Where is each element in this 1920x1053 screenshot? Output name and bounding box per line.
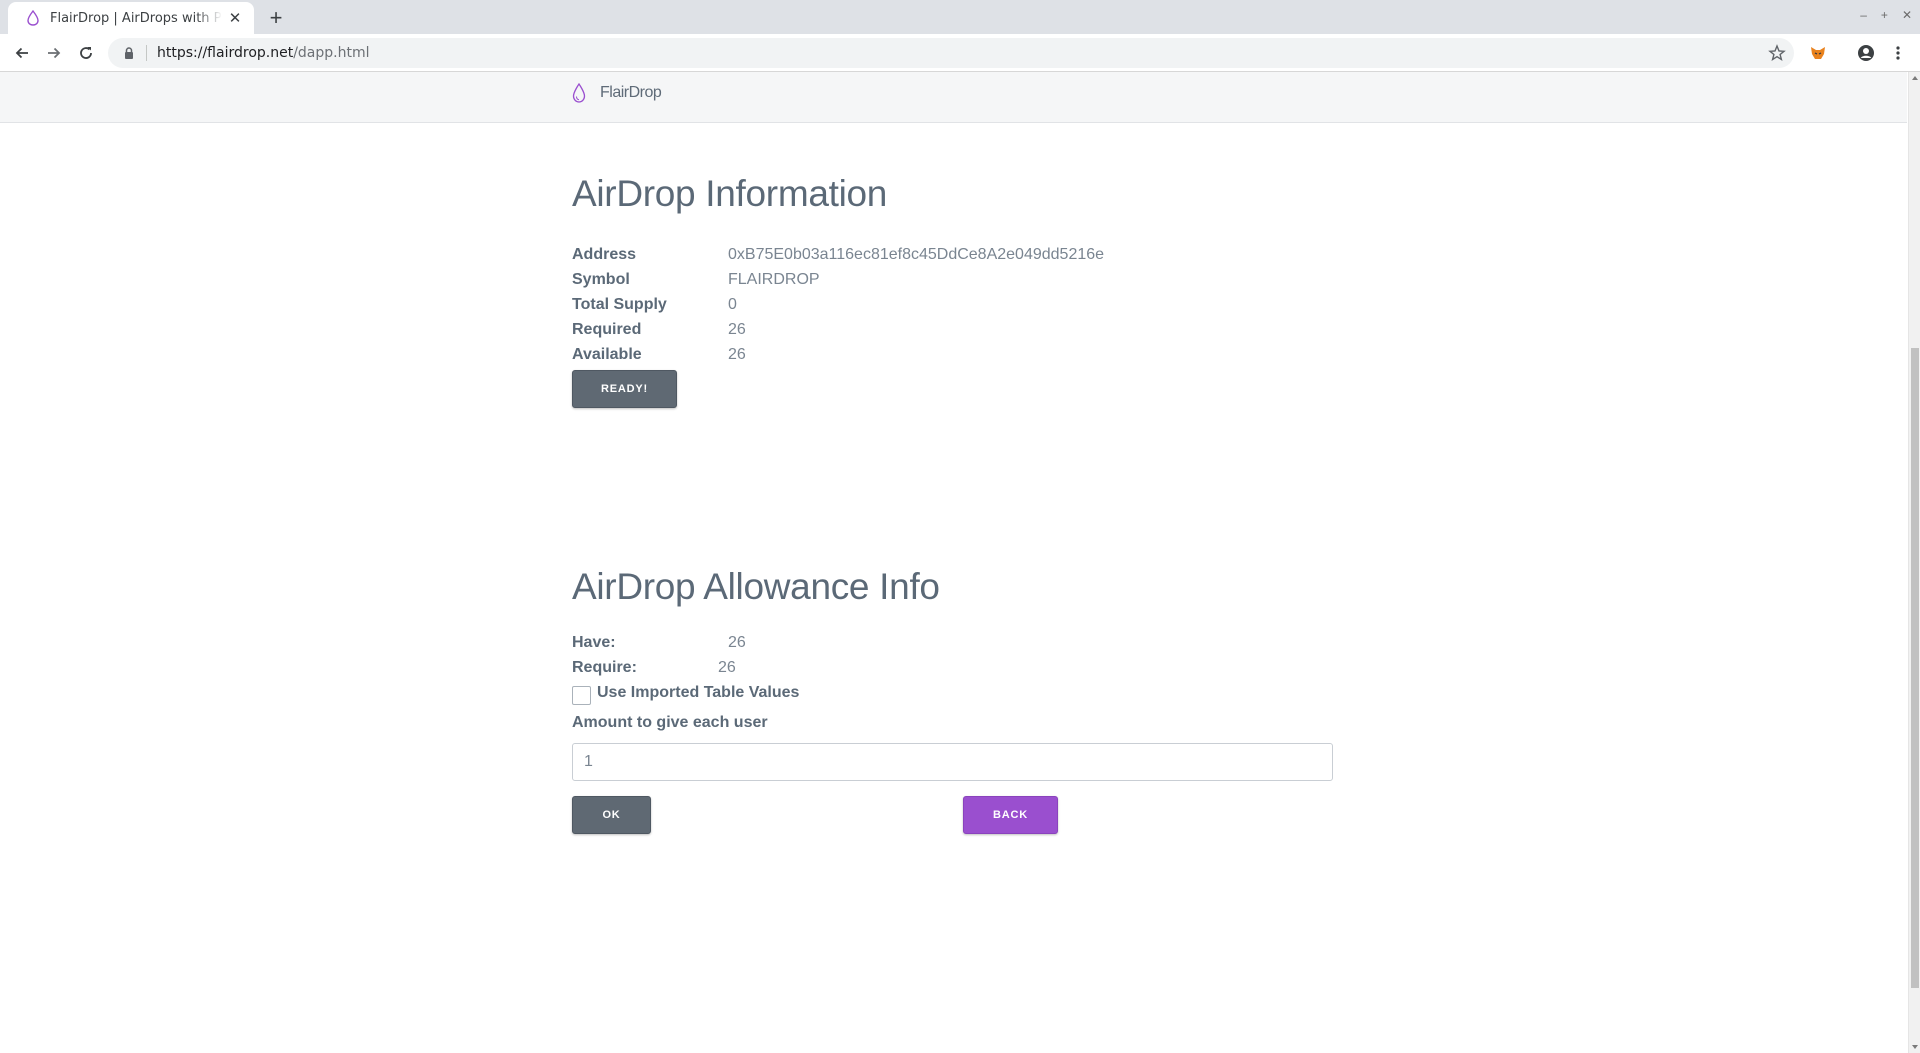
require-row: Require: 26 xyxy=(572,659,1272,683)
info-label: Symbol xyxy=(572,271,630,288)
amount-label: Amount to give each user xyxy=(572,714,768,731)
new-tab-button[interactable]: + xyxy=(264,5,288,30)
window-controls: – + ✕ xyxy=(1860,8,1912,22)
info-value: FLAIRDROP xyxy=(728,271,820,288)
airdrop-information-title: AirDrop Information xyxy=(572,173,888,214)
require-value: 26 xyxy=(718,659,736,676)
use-imported-table-values-label[interactable]: Use Imported Table Values xyxy=(597,684,799,702)
require-label: Require: xyxy=(572,659,637,676)
tab-title: FlairDrop | AirDrops with Pizzazz xyxy=(50,10,222,26)
brand-name: FlairDrop xyxy=(600,84,662,101)
page-scrollbar[interactable] xyxy=(1908,72,1920,1053)
flairdrop-favicon-icon xyxy=(27,10,39,26)
amount-input[interactable] xyxy=(572,743,1333,781)
url-host: https://flairdrop.net xyxy=(157,45,294,61)
maximize-window-button[interactable]: + xyxy=(1881,8,1888,22)
brand[interactable]: FlairDrop xyxy=(572,83,662,103)
ok-button[interactable]: OK xyxy=(572,796,651,834)
address-separator xyxy=(146,45,147,61)
lock-icon xyxy=(125,47,133,59)
reload-icon[interactable] xyxy=(72,39,100,67)
have-label: Have: xyxy=(572,634,616,651)
back-button[interactable]: BACK xyxy=(963,796,1058,834)
browser-tab-active[interactable]: FlairDrop | AirDrops with Pizzazz ✕ xyxy=(8,2,254,34)
allowance-info-title: AirDrop Allowance Info xyxy=(572,566,940,607)
use-imported-table-values-checkbox[interactable] xyxy=(572,686,591,705)
info-label: Address xyxy=(572,246,637,263)
url-path: /dapp.html xyxy=(293,45,370,61)
close-tab-icon[interactable]: ✕ xyxy=(226,9,244,27)
info-value: 26 xyxy=(728,346,746,363)
info-row-available: Available 26 xyxy=(572,346,1272,370)
minimize-window-button[interactable]: – xyxy=(1860,8,1867,22)
have-value: 26 xyxy=(728,634,746,651)
info-value: 0 xyxy=(728,296,737,313)
close-window-button[interactable]: ✕ xyxy=(1902,8,1912,22)
page-viewport: FlairDrop AirDrop Information Address 0x… xyxy=(0,72,1920,1053)
info-label: Required xyxy=(572,321,642,338)
forward-arrow-icon[interactable] xyxy=(40,39,68,67)
account-avatar-icon[interactable] xyxy=(1856,43,1876,63)
scrollbar-thumb[interactable] xyxy=(1911,348,1919,988)
scroll-down-arrow-icon[interactable] xyxy=(1912,1045,1918,1049)
scroll-up-arrow-icon[interactable] xyxy=(1912,76,1918,80)
info-value: 0xB75E0b03a116ec81ef8c45DdCe8A2e049dd521… xyxy=(728,246,1105,263)
bookmark-star-icon[interactable] xyxy=(1768,44,1786,62)
browser-menu-icon[interactable] xyxy=(1888,43,1908,63)
address-bar[interactable]: https://flairdrop.net/dapp.html xyxy=(108,38,1794,68)
back-arrow-icon[interactable] xyxy=(8,39,36,67)
info-value: 26 xyxy=(728,321,746,338)
info-row-total-supply: Total Supply 0 xyxy=(572,296,1272,320)
info-row-symbol: Symbol FLAIRDROP xyxy=(572,271,1272,295)
info-row-required: Required 26 xyxy=(572,321,1272,345)
metamask-extension-icon[interactable] xyxy=(1808,43,1828,63)
ready-button[interactable]: READY! xyxy=(572,370,677,408)
have-row: Have: 26 xyxy=(572,634,1272,658)
browser-toolbar: https://flairdrop.net/dapp.html xyxy=(0,34,1920,72)
url-text[interactable]: https://flairdrop.net/dapp.html xyxy=(157,45,370,61)
site-navbar: FlairDrop xyxy=(0,72,1907,123)
info-label: Available xyxy=(572,346,642,363)
browser-tabstrip: FlairDrop | AirDrops with Pizzazz ✕ + – … xyxy=(0,0,1920,34)
info-label: Total Supply xyxy=(572,296,667,313)
info-row-address: Address 0xB75E0b03a116ec81ef8c45DdCe8A2e… xyxy=(572,246,1272,270)
flairdrop-drop-logo-icon xyxy=(572,83,586,103)
